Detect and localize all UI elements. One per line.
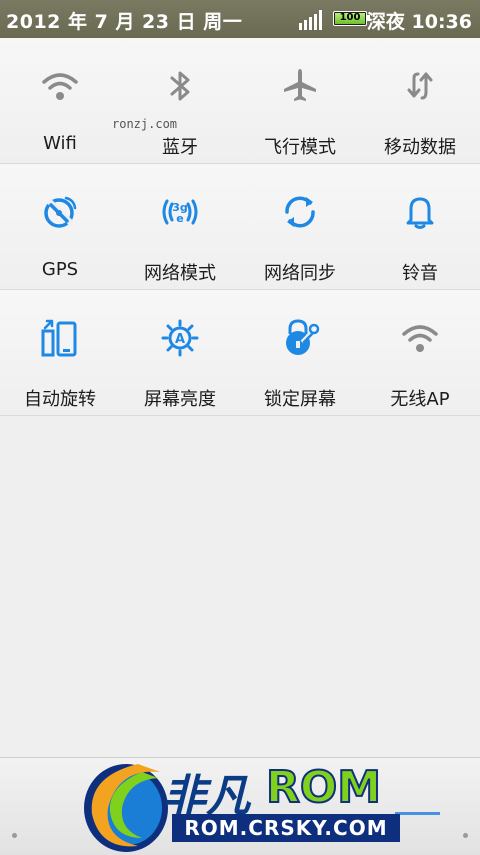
toggle-mobile-data[interactable]: 移动数据 <box>360 38 480 163</box>
brand-swirl-icon <box>84 764 168 852</box>
toggle-label: 锁定屏幕 <box>264 389 336 410</box>
toggle-bluetooth[interactable]: 蓝牙 <box>120 38 240 163</box>
toggle-label: 自动旋转 <box>24 389 96 410</box>
bell-icon <box>406 197 434 229</box>
toggle-row-1: Wifi 蓝牙 飞行模式 移动数据 ronzj.com <box>0 38 480 164</box>
brand-url: ROM.CRSKY.COM <box>172 814 400 842</box>
left-handle-dot <box>12 833 17 838</box>
watermark-text: ronzj.com <box>112 117 178 131</box>
toggle-wifi[interactable]: Wifi <box>0 38 120 163</box>
brightness-icon: A <box>161 319 199 357</box>
wifi-icon <box>42 73 78 100</box>
mobile-data-icon <box>407 72 433 100</box>
wifi-ap-icon <box>402 325 438 352</box>
toggle-auto-rotate[interactable]: 自动旋转 <box>0 290 120 415</box>
toggle-label: 蓝牙 <box>162 137 198 158</box>
signal-icon <box>299 10 322 30</box>
toggle-label: 网络模式 <box>144 263 216 284</box>
toggle-row-3: 自动旋转 A 屏幕亮度 锁定屏幕 无线AP <box>0 290 480 416</box>
svg-text:e: e <box>176 212 183 225</box>
status-time: 深夜 10:36 <box>366 11 472 33</box>
toggle-label: GPS <box>41 259 79 280</box>
brand-name-en: ROM <box>265 761 382 814</box>
lock-screen-icon <box>286 319 320 355</box>
rotate-icon <box>41 319 77 357</box>
toggle-row-2: GPS 3g e 网络模式 网络同步 铃音 <box>0 164 480 290</box>
battery-level: 100 <box>339 12 361 23</box>
quick-settings-panel: Wifi 蓝牙 飞行模式 移动数据 ronzj.com GPS 3g e 网络模… <box>0 38 480 416</box>
battery-icon: 100 <box>333 11 370 26</box>
toggle-label: 飞行模式 <box>264 137 336 158</box>
toggle-network-mode[interactable]: 3g e 网络模式 <box>120 164 240 289</box>
status-bar: 2012 年 7 月 23 日 周一 100 深夜 10:36 <box>0 0 480 38</box>
airplane-icon <box>284 69 316 101</box>
brand-logo: 非凡 ROM ROM.CRSKY.COM <box>78 758 408 855</box>
toggle-ringtone[interactable]: 铃音 <box>360 164 480 289</box>
svg-text:A: A <box>175 332 185 347</box>
bottom-bar: 非凡 ROM ROM.CRSKY.COM <box>0 757 480 855</box>
toggle-label: 网络同步 <box>264 263 336 284</box>
toggle-label: 铃音 <box>402 263 438 284</box>
sync-icon <box>285 196 315 228</box>
right-handle-dot <box>463 833 468 838</box>
toggle-sync[interactable]: 网络同步 <box>240 164 360 289</box>
status-date: 2012 年 7 月 23 日 周一 <box>6 11 243 33</box>
toggle-airplane[interactable]: 飞行模式 <box>240 38 360 163</box>
gps-icon <box>44 196 77 228</box>
bluetooth-icon <box>170 71 190 101</box>
network-mode-icon: 3g e <box>162 199 198 225</box>
toggle-label: Wifi <box>43 133 77 154</box>
toggle-brightness[interactable]: A 屏幕亮度 <box>120 290 240 415</box>
toggle-wifi-ap[interactable]: 无线AP <box>360 290 480 415</box>
toggle-lock-screen[interactable]: 锁定屏幕 <box>240 290 360 415</box>
toggle-label: 屏幕亮度 <box>144 389 216 410</box>
toggle-gps[interactable]: GPS <box>0 164 120 289</box>
toggle-label: 移动数据 <box>384 137 456 158</box>
toggle-label: 无线AP <box>390 389 450 410</box>
